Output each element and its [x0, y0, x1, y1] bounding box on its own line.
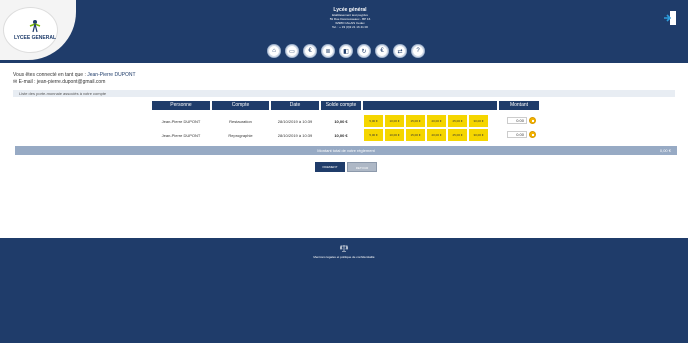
credit-card-glyph: ▭ — [286, 45, 298, 57]
list-glyph: ≣ — [322, 45, 334, 57]
amount-button[interactable]: 30,00 € — [469, 129, 488, 141]
section-title: Liste des porte-monnaie associés à votre… — [19, 91, 107, 96]
header: LYCEE GENERAL Lycée général Etablissemen… — [0, 0, 688, 63]
amount-button[interactable]: 20,00 € — [427, 129, 446, 141]
home-glyph: ⌂ — [268, 45, 280, 57]
legal-link[interactable]: Mentions légales et politique de confide… — [0, 255, 688, 259]
logout-icon[interactable] — [664, 11, 676, 25]
total-label: Montant total de votre règlement — [317, 148, 375, 153]
wallet-glyph: ◧ — [340, 45, 352, 57]
row1-date: 28/10/2019 à 10:39 — [277, 119, 313, 124]
total-value: 0,00 € — [659, 148, 671, 153]
refresh-icon[interactable]: ↻ — [357, 44, 371, 58]
connected-user: Vous êtes connecté en tant que : Jean-Pi… — [13, 72, 136, 78]
section-bar: Liste des porte-monnaie associés à votre… — [13, 90, 675, 97]
help-icon[interactable]: ? — [411, 44, 425, 58]
back-button[interactable]: RETOUR — [347, 162, 377, 172]
header-montant: Montant — [499, 101, 539, 110]
nav-icons: ⌂ ▭ € ≣ ◧ ↻ € ⇄ ? — [267, 44, 425, 58]
home-icon[interactable]: ⌂ — [267, 44, 281, 58]
amount-input[interactable]: 0.00 — [507, 131, 527, 138]
logo-text: LYCEE GENERAL — [13, 35, 57, 41]
row2-date: 28/10/2019 à 10:39 — [277, 133, 313, 138]
amount-button[interactable]: 10,00 € — [385, 129, 404, 141]
amount-button[interactable]: 15,00 € — [406, 129, 425, 141]
pay-button[interactable]: PAIEMENT — [315, 162, 345, 172]
header-person: Personne — [152, 101, 210, 110]
help-glyph: ? — [412, 45, 424, 57]
amount-button[interactable]: 5,00 € — [364, 115, 383, 127]
row2-account: Reprographie — [228, 133, 253, 138]
credit-card-icon[interactable]: ▭ — [285, 44, 299, 58]
transfer-glyph: ⇄ — [394, 45, 406, 57]
header-amounts — [363, 101, 497, 110]
row2-person: Jean-Pierre DUPONT — [161, 133, 201, 138]
header-date: Date — [271, 101, 319, 110]
transfer-icon[interactable]: ⇄ — [393, 44, 407, 58]
euro-glyph: € — [304, 45, 316, 57]
amount-button[interactable]: 30,00 € — [469, 115, 488, 127]
cash-glyph: € — [376, 45, 388, 57]
user-name: Jean-Pierre DUPONT — [87, 72, 136, 78]
header-account: Compte — [212, 101, 269, 110]
row1-balance: 10,00 € — [334, 119, 348, 124]
total-bar: Montant total de votre règlement 0,00 € — [15, 146, 677, 155]
row2-balance: 10,00 € — [334, 133, 348, 138]
amount-button[interactable]: 25,00 € — [448, 129, 467, 141]
clear-amount-icon[interactable] — [529, 131, 536, 138]
logo-figure-icon — [29, 20, 41, 33]
amount-button[interactable]: 20,00 € — [427, 115, 446, 127]
amount-button[interactable]: 15,00 € — [406, 115, 425, 127]
row1-account: Restauration — [229, 119, 252, 124]
footer: Mentions légales et politique de confide… — [0, 238, 688, 343]
cash-icon[interactable]: € — [375, 44, 389, 58]
email-text: E-mail : jean-pierre.dupont@gmail.com — [18, 79, 106, 85]
mail-icon: ✉ — [13, 79, 18, 85]
list-icon[interactable]: ≣ — [321, 44, 335, 58]
connected-prefix: Vous êtes connecté en tant que : — [13, 72, 86, 78]
amount-input[interactable]: 0.00 — [507, 117, 527, 124]
amount-button[interactable]: 25,00 € — [448, 115, 467, 127]
header-balance: Solde compte — [321, 101, 361, 110]
refresh-glyph: ↻ — [358, 45, 370, 57]
wallet-icon[interactable]: ◧ — [339, 44, 353, 58]
clear-amount-icon[interactable] — [529, 117, 536, 124]
amount-button[interactable]: 5,00 € — [364, 129, 383, 141]
row1-person: Jean-Pierre DUPONT — [161, 119, 201, 124]
address-line: Tel. : + 33 (0)3 21 16 41 00 — [332, 25, 368, 29]
user-email: ✉ E-mail : jean-pierre.dupont@gmail.com — [13, 79, 105, 85]
euro-icon[interactable]: € — [303, 44, 317, 58]
amount-button[interactable]: 10,00 € — [385, 115, 404, 127]
school-logo[interactable]: LYCEE GENERAL — [3, 7, 58, 53]
scales-icon — [340, 245, 348, 252]
school-info: Lycée général Etablissement test payplus… — [290, 7, 410, 29]
